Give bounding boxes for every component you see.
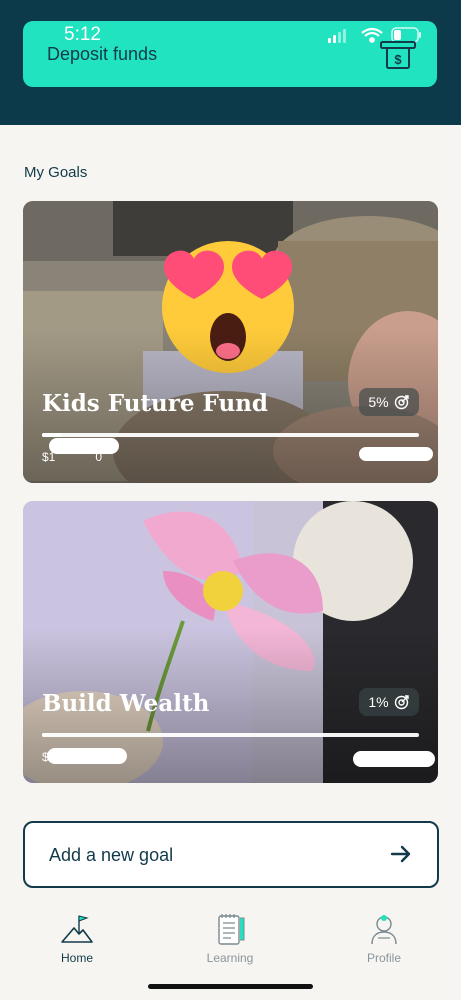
target-icon bbox=[394, 695, 409, 710]
mountain-flag-icon bbox=[61, 915, 93, 943]
deposit-funds-label: Deposit funds bbox=[47, 44, 158, 64]
goal-percent: 5% bbox=[368, 394, 389, 410]
goal-progress-fill bbox=[42, 733, 46, 737]
card-shade bbox=[23, 501, 438, 783]
goal-card-kids-future-fund[interactable]: Kids Future Fund 5% $1 0 bbox=[23, 201, 438, 483]
goal-progress-bar bbox=[42, 733, 419, 737]
tab-profile-label: Profile bbox=[366, 951, 401, 965]
goal-percent-badge: 1% bbox=[359, 688, 419, 716]
redaction-mark bbox=[359, 447, 433, 461]
wifi-icon bbox=[361, 27, 383, 43]
goal-name: Kids Future Fund bbox=[42, 390, 268, 417]
person-icon bbox=[371, 915, 397, 945]
tab-profile[interactable]: Profile bbox=[334, 912, 434, 965]
tab-learning-label: Learning bbox=[206, 951, 254, 965]
tab-learning[interactable]: Learning bbox=[180, 912, 280, 965]
notebook-icon bbox=[218, 914, 245, 945]
tab-home-label: Home bbox=[60, 951, 93, 965]
home-indicator bbox=[148, 984, 313, 989]
goal-progress-fill bbox=[42, 433, 61, 437]
goal-card-build-wealth[interactable]: Build Wealth 1% $1 bbox=[23, 501, 438, 783]
atm-cash-icon: $ bbox=[380, 41, 416, 69]
redaction-mark bbox=[47, 748, 127, 764]
add-new-goal-button[interactable]: Add a new goal bbox=[23, 821, 439, 888]
goal-percent: 1% bbox=[368, 694, 389, 710]
arrow-right-icon bbox=[390, 845, 411, 863]
svg-text:$: $ bbox=[394, 52, 402, 67]
signal-icon bbox=[328, 29, 346, 43]
tab-home[interactable]: Home bbox=[27, 912, 127, 965]
goal-name: Build Wealth bbox=[42, 690, 210, 717]
redaction-mark bbox=[353, 751, 435, 767]
redaction-mark bbox=[49, 438, 119, 454]
goal-progress-bar bbox=[42, 433, 419, 437]
status-time: 5:12 bbox=[64, 24, 101, 45]
goal-percent-badge: 5% bbox=[359, 388, 419, 416]
my-goals-heading: My Goals bbox=[24, 164, 88, 181]
target-icon bbox=[394, 395, 409, 410]
add-new-goal-label: Add a new goal bbox=[49, 845, 174, 865]
